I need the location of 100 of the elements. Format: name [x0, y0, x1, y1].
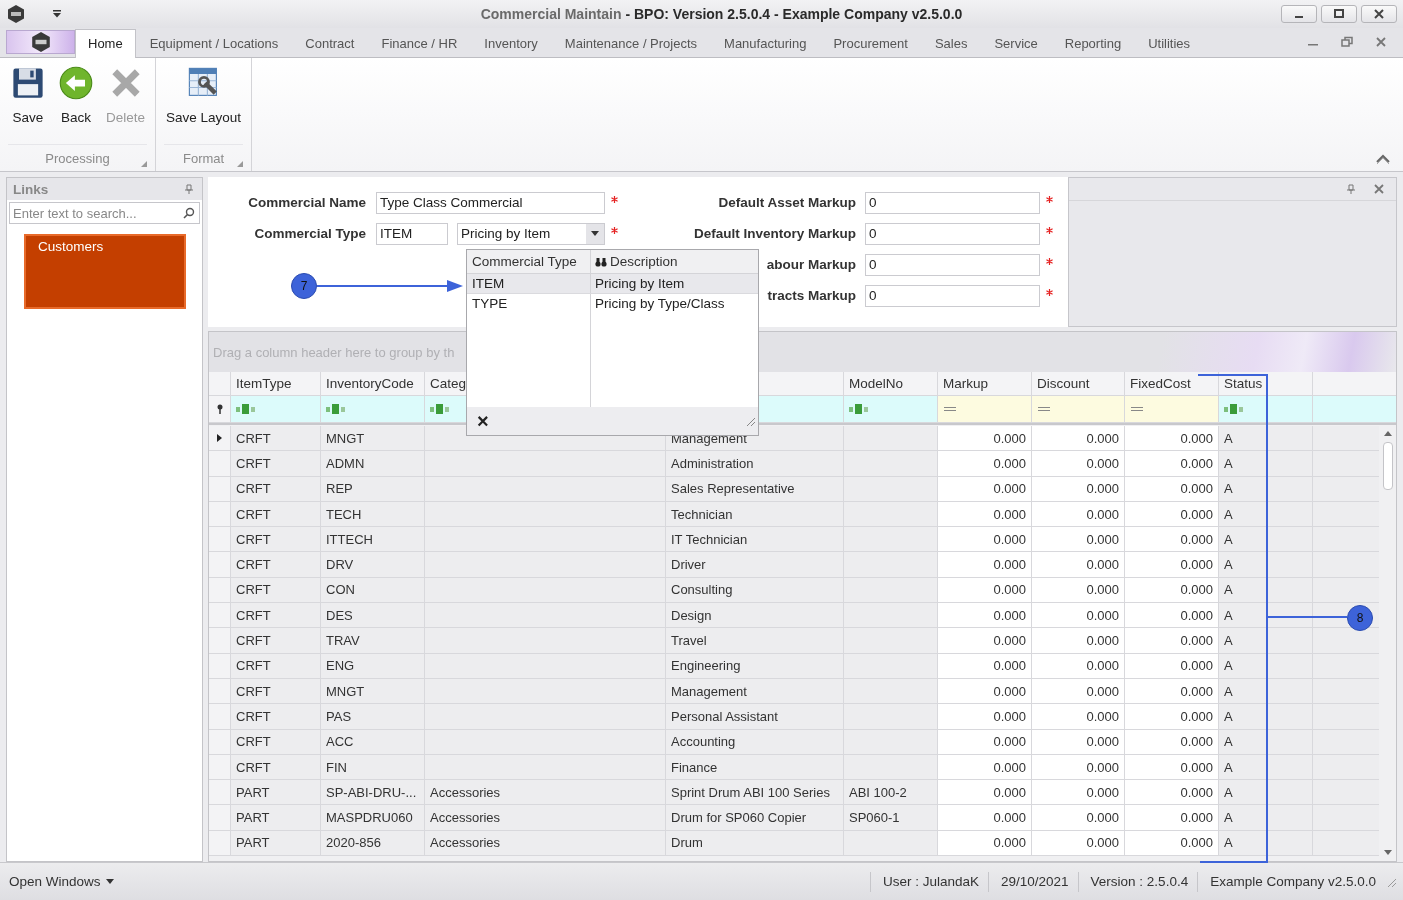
table-cell: Finance: [666, 754, 844, 781]
field-label: tracts Markup: [767, 288, 856, 303]
table-cell: A: [1219, 805, 1313, 831]
table-cell: Accessories: [425, 830, 666, 857]
text-filter-icon[interactable]: [1224, 404, 1244, 414]
table-cell: 0.000: [1032, 653, 1125, 679]
dropdown-option[interactable]: TYPE Pricing by Type/Class: [467, 294, 758, 313]
table-cell: TECH: [321, 501, 425, 528]
ribbon-tab[interactable]: Equipment / Locations: [136, 29, 292, 57]
markup-field[interactable]: 0: [865, 191, 1040, 214]
text-field[interactable]: Type Class Commercial: [376, 191, 605, 214]
filter-cell[interactable]: [844, 396, 938, 423]
ribbon-tab[interactable]: Finance / HR: [368, 29, 471, 57]
filter-cell[interactable]: [1032, 396, 1125, 423]
table-cell: A: [1219, 754, 1313, 781]
open-windows-menu[interactable]: Open Windows: [6, 871, 117, 892]
markup-field[interactable]: 0: [865, 284, 1040, 307]
close-icon[interactable]: [1374, 184, 1384, 194]
table-cell: 0.000: [1125, 451, 1219, 477]
filter-cell[interactable]: [321, 396, 425, 423]
ribbon-tab[interactable]: Utilities: [1135, 29, 1204, 57]
minimize-button[interactable]: [1281, 5, 1317, 23]
table-cell: A: [1219, 704, 1313, 730]
ribbon-tab[interactable]: Manufacturing: [711, 29, 820, 57]
dropdown-field[interactable]: Pricing by Item: [457, 222, 605, 245]
table-cell: 0.000: [1125, 628, 1219, 654]
scroll-up-icon[interactable]: [1383, 431, 1392, 436]
maximize-button[interactable]: [1321, 5, 1357, 23]
text-filter-icon[interactable]: [849, 404, 869, 414]
close-icon[interactable]: [1375, 36, 1387, 48]
caret-icon: [105, 879, 114, 884]
ribbon-tab[interactable]: Home: [75, 29, 136, 58]
pin-icon[interactable]: [184, 184, 194, 194]
save-button[interactable]: Save: [4, 62, 52, 144]
table-cell: A: [1219, 653, 1313, 679]
collapse-ribbon-icon[interactable]: [1375, 153, 1391, 165]
filter-cell[interactable]: [938, 396, 1032, 423]
equals-filter-icon[interactable]: [1130, 406, 1144, 412]
close-popup-button[interactable]: ×: [473, 411, 493, 431]
equals-filter-icon[interactable]: [1037, 406, 1051, 412]
panel-title: Links: [13, 181, 49, 197]
table-cell: 0.000: [938, 830, 1032, 857]
app-logo-icon[interactable]: [6, 4, 26, 24]
pin-icon[interactable]: [1346, 184, 1356, 194]
scroll-thumb[interactable]: [1382, 442, 1393, 490]
table-cell: 0.000: [1032, 704, 1125, 730]
ribbon-tab[interactable]: Procurement: [820, 29, 921, 57]
ribbon-tab[interactable]: Sales: [921, 29, 981, 57]
table-cell: 0.000: [1125, 704, 1219, 730]
table-cell: DES: [321, 603, 425, 629]
ribbon-tab[interactable]: Maintenance / Projects: [551, 29, 711, 57]
table-cell: 0.000: [1125, 805, 1219, 831]
scroll-down-icon[interactable]: [1383, 850, 1392, 855]
filter-icon[interactable]: [215, 404, 224, 414]
dropdown-caret-icon[interactable]: [52, 10, 62, 18]
column-header[interactable]: Description: [591, 250, 758, 273]
table-cell: 0.000: [938, 678, 1032, 705]
ribbon-tab[interactable]: Reporting: [1051, 29, 1135, 57]
table-cell: CRFT: [231, 426, 321, 452]
back-button[interactable]: Back: [52, 62, 100, 144]
table-cell: 0.000: [938, 729, 1032, 755]
table-cell: Sales Representative: [666, 476, 844, 502]
group-label: Processing: [45, 150, 110, 166]
table-cell: 0.000: [938, 476, 1032, 502]
save-layout-button[interactable]: Save Layout: [160, 62, 248, 144]
search-icon[interactable]: [183, 207, 195, 219]
filter-cell[interactable]: [1219, 396, 1313, 423]
table-cell: CRFT: [231, 754, 321, 781]
dropdown-option[interactable]: ITEM Pricing by Item: [467, 274, 758, 294]
ribbon-tab[interactable]: Contract: [292, 29, 368, 57]
column-header[interactable]: Commercial Type: [467, 250, 591, 273]
application-menu-button[interactable]: [6, 30, 75, 54]
filter-cell[interactable]: [231, 396, 321, 423]
equals-filter-icon[interactable]: [943, 406, 957, 412]
code-field[interactable]: ITEM: [376, 222, 448, 245]
markup-field[interactable]: 0: [865, 253, 1040, 276]
text-filter-icon[interactable]: [430, 404, 450, 414]
filter-cell[interactable]: [1125, 396, 1219, 423]
table-cell: 2020-856: [321, 830, 425, 857]
ribbon-tab[interactable]: Inventory: [471, 29, 551, 57]
text-filter-icon[interactable]: [326, 404, 346, 414]
dropdown-arrow-icon[interactable]: [591, 231, 599, 236]
text-filter-icon[interactable]: [236, 404, 256, 414]
customers-tile[interactable]: Customers: [24, 234, 186, 309]
close-button[interactable]: [1361, 5, 1397, 23]
table-cell: Personal Assistant: [666, 704, 844, 730]
ribbon-tab[interactable]: Service: [981, 29, 1051, 57]
group-label: Format: [182, 150, 225, 166]
table-cell: A: [1219, 830, 1313, 857]
table-cell: MNGT: [321, 426, 425, 452]
markup-field[interactable]: 0: [865, 222, 1040, 245]
row-indicator[interactable]: [209, 426, 231, 452]
table-cell: 0.000: [938, 704, 1032, 730]
search-field[interactable]: Enter text to search...: [9, 202, 200, 224]
table-cell: Drum for SP060 Copier: [666, 805, 844, 831]
dialog-launcher-icon[interactable]: [141, 161, 148, 167]
restore-icon[interactable]: [1341, 36, 1353, 48]
table-cell: TRAV: [321, 628, 425, 654]
dialog-launcher-icon[interactable]: [237, 161, 244, 167]
resize-grip-icon[interactable]: [744, 415, 756, 427]
